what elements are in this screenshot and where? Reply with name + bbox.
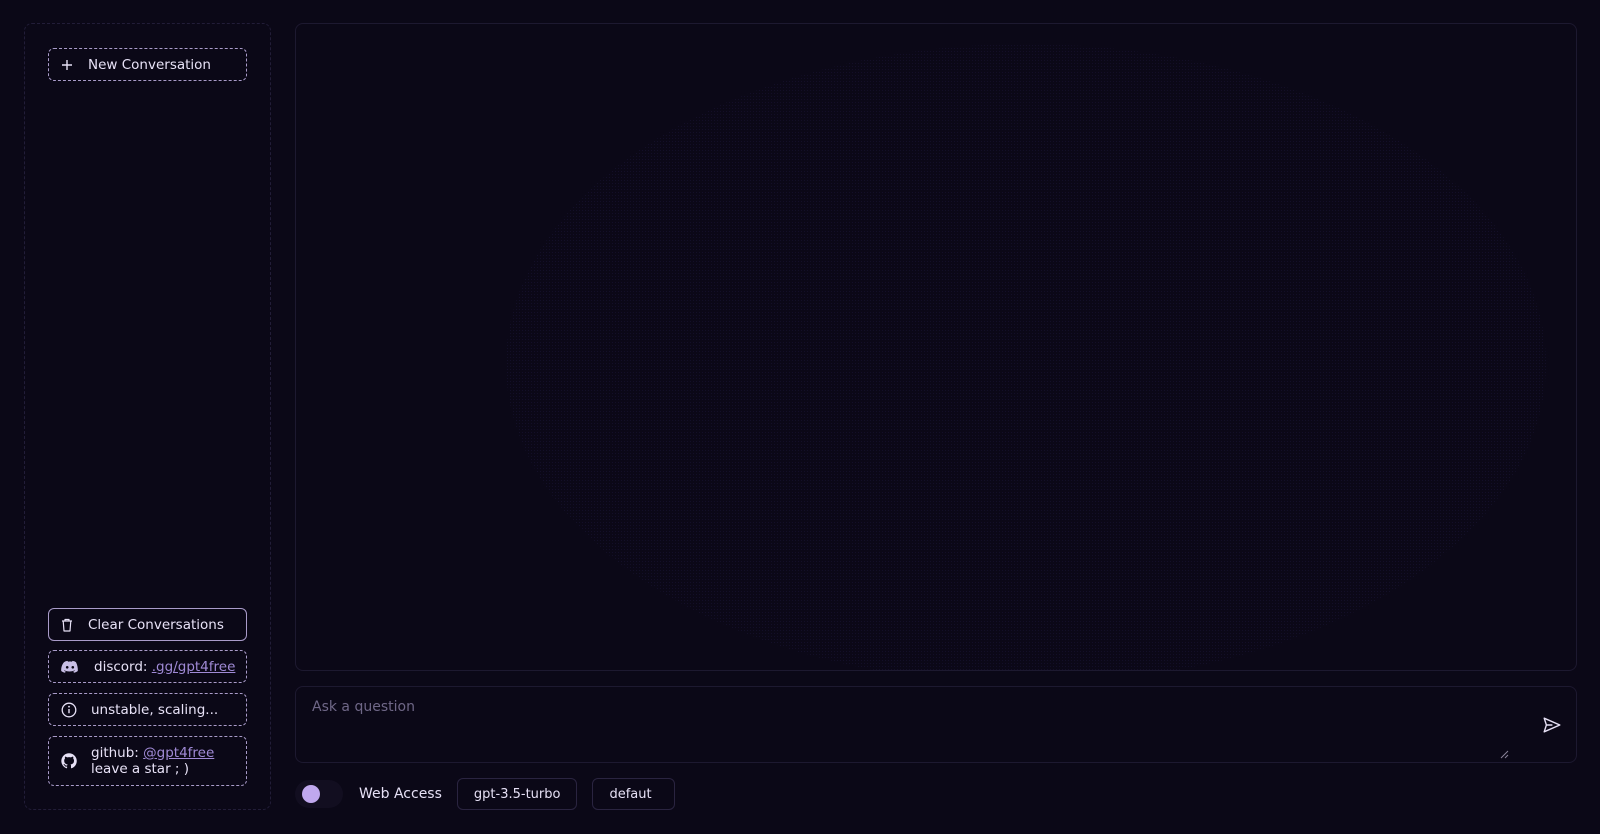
github-icon <box>60 752 78 770</box>
clear-conversations-label: Clear Conversations <box>88 616 224 633</box>
info-icon <box>60 701 78 719</box>
resize-grip-icon[interactable] <box>1499 749 1509 759</box>
new-conversation-label: New Conversation <box>88 56 211 73</box>
toggle-knob <box>302 785 320 803</box>
web-access-toggle[interactable] <box>295 780 343 808</box>
status-item: unstable, scaling... <box>48 693 247 726</box>
discord-link[interactable]: .gg/gpt4free <box>152 659 236 675</box>
send-button[interactable] <box>1540 713 1564 737</box>
conversation-area[interactable] <box>295 23 1577 671</box>
clear-conversations-button[interactable]: Clear Conversations <box>48 608 247 641</box>
github-label: github: <box>91 745 139 761</box>
options-bar: Web Access gpt-3.5-turbo defaut <box>295 778 676 810</box>
github-item: github: @gpt4free leave a star ; ) <box>48 736 247 786</box>
model-select-value: gpt-3.5-turbo <box>473 786 561 802</box>
message-input-box <box>295 686 1577 763</box>
new-conversation-button[interactable]: New Conversation <box>48 48 247 81</box>
discord-label: discord: <box>94 658 148 675</box>
web-access-label: Web Access <box>359 786 442 802</box>
jailbreak-select-value: defaut <box>609 786 652 802</box>
sidebar: New Conversation Clear Conversations dis… <box>24 23 271 810</box>
discord-icon <box>61 658 79 676</box>
background-glow <box>506 44 1546 670</box>
github-text: github: @gpt4free leave a star ; ) <box>91 745 214 777</box>
send-icon <box>1543 717 1561 733</box>
message-input[interactable] <box>310 697 1510 755</box>
model-select[interactable]: gpt-3.5-turbo <box>456 778 578 810</box>
github-link[interactable]: @gpt4free <box>143 745 214 761</box>
github-star-text: leave a star ; ) <box>91 761 190 777</box>
trash-icon <box>58 616 76 634</box>
jailbreak-select[interactable]: defaut <box>592 778 676 810</box>
plus-icon <box>58 56 76 74</box>
discord-item: discord: .gg/gpt4free <box>48 650 247 683</box>
status-text: unstable, scaling... <box>91 701 219 718</box>
